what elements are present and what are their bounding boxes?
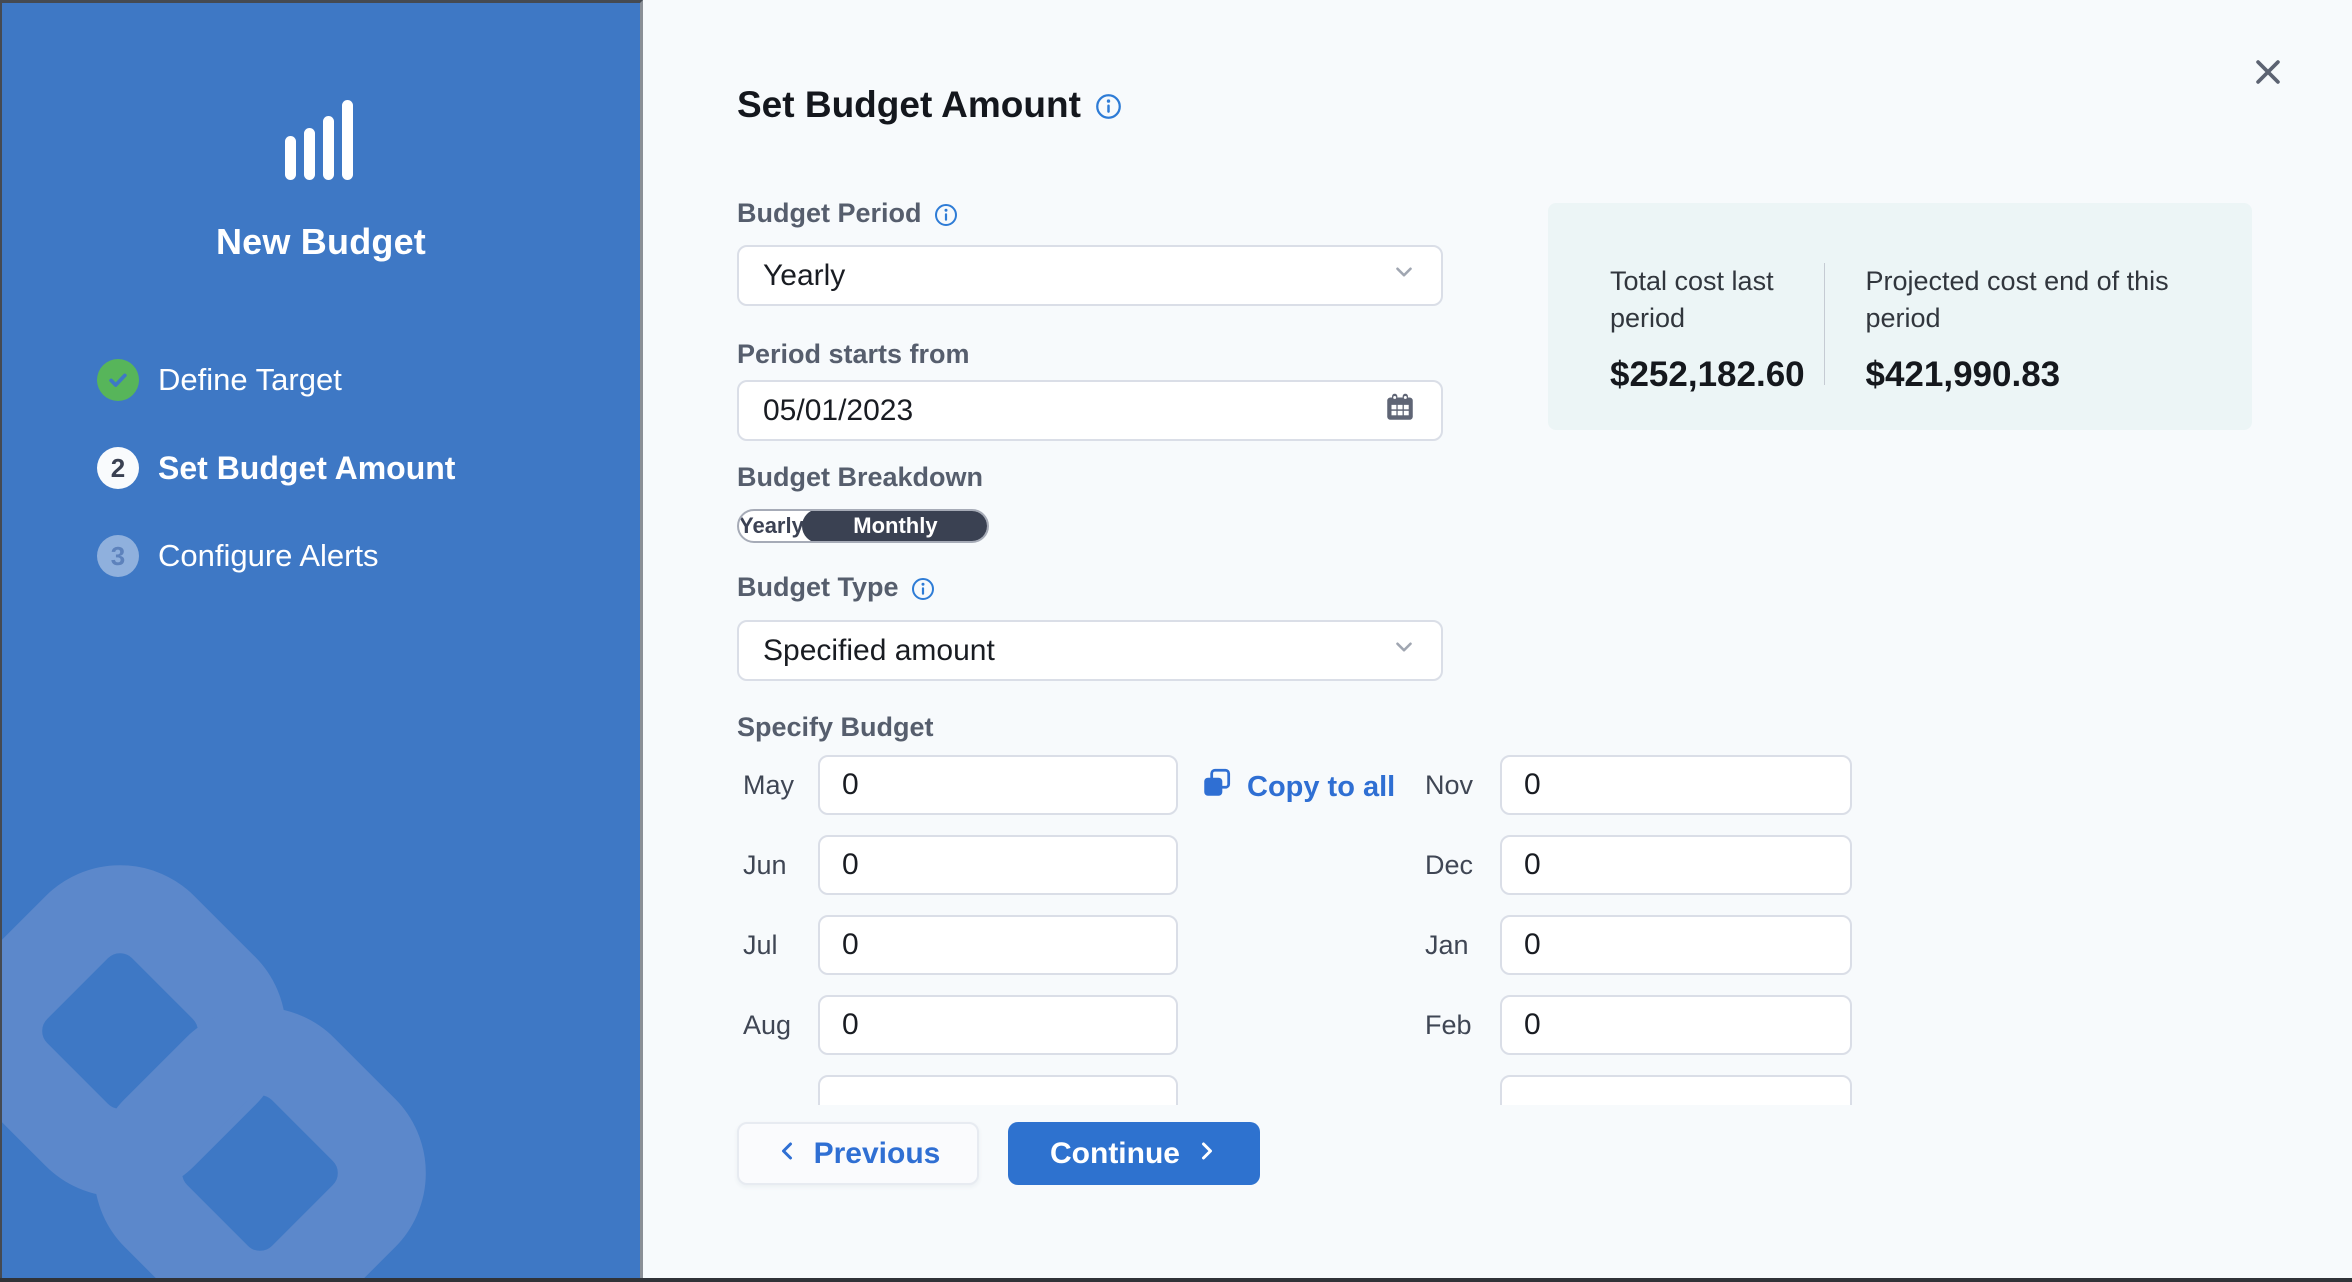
specify-budget-label-text: Specify Budget [737, 712, 934, 743]
month-label: Jan [1425, 930, 1500, 961]
copy-to-all-label: Copy to all [1247, 771, 1395, 804]
month-amount-input-nov[interactable] [1500, 755, 1852, 815]
budget-breakdown-label-text: Budget Breakdown [737, 462, 983, 493]
continue-button-label: Continue [1050, 1137, 1180, 1171]
month-row: Jun [743, 835, 1178, 895]
budget-period-label-text: Budget Period [737, 198, 922, 229]
wizard-sidebar: New Budget Define Target 2 Set Budget Am… [0, 0, 643, 1282]
step-label: Configure Alerts [158, 538, 379, 574]
page-title-text: Set Budget Amount [737, 84, 1081, 126]
page-title: Set Budget Amount [737, 84, 1122, 126]
budget-type-value: Specified amount [763, 634, 1391, 668]
month-amount-input[interactable] [818, 1075, 1178, 1105]
wizard-steps: Define Target 2 Set Budget Amount 3 Conf… [97, 359, 455, 623]
month-label: Nov [1425, 770, 1500, 801]
month-amount-input[interactable] [1500, 1075, 1852, 1105]
budget-period-label: Budget Period [737, 198, 958, 229]
continue-button[interactable]: Continue [1008, 1122, 1260, 1185]
month-label: May [743, 770, 818, 801]
info-icon[interactable] [1095, 93, 1122, 120]
step-number-badge: 2 [97, 447, 139, 489]
chevron-down-icon [1391, 634, 1417, 668]
step-configure-alerts[interactable]: 3 Configure Alerts [97, 535, 455, 577]
month-row: Aug [743, 995, 1178, 1055]
copy-to-all-button[interactable]: Copy to all [1200, 766, 1395, 808]
month-label: Feb [1425, 1010, 1500, 1041]
budget-breakdown-label: Budget Breakdown [737, 462, 983, 493]
month-amount-input-feb[interactable] [1500, 995, 1852, 1055]
chevron-down-icon [1391, 259, 1417, 293]
month-label: Jun [743, 850, 818, 881]
step-label: Set Budget Amount [158, 450, 455, 487]
month-label: Jul [743, 930, 818, 961]
specify-budget-label: Specify Budget [737, 712, 934, 743]
projected-cost-value: $421,990.83 [1865, 355, 2252, 395]
month-row-partial [1425, 1075, 1852, 1105]
period-starts-label: Period starts from [737, 339, 970, 370]
projected-cost-label: Projected cost end of this period [1865, 263, 2252, 337]
summary-divider [1824, 263, 1826, 385]
total-cost-label: Total cost last period [1610, 263, 1824, 337]
wizard-footer: Previous Continue [737, 1122, 1260, 1185]
month-row: Dec [1425, 835, 1852, 895]
month-row: Nov [1425, 755, 1852, 815]
month-column-left: May Jun Jul Aug [743, 755, 1178, 1105]
new-budget-modal: New Budget Define Target 2 Set Budget Am… [0, 0, 2352, 1282]
wizard-title: New Budget [2, 221, 640, 263]
info-icon[interactable] [911, 577, 935, 601]
month-amount-input-dec[interactable] [1500, 835, 1852, 895]
budget-type-select[interactable]: Specified amount [737, 620, 1443, 681]
budget-type-label-text: Budget Type [737, 572, 899, 603]
close-icon[interactable] [2246, 50, 2290, 94]
month-label: Dec [1425, 850, 1500, 881]
set-budget-amount-panel: Set Budget Amount Total cost last period… [643, 0, 2352, 1282]
month-amount-input-jan[interactable] [1500, 915, 1852, 975]
previous-button[interactable]: Previous [737, 1122, 979, 1185]
budget-period-value: Yearly [763, 259, 1391, 293]
month-label: Aug [743, 1010, 818, 1041]
month-amount-input-jun[interactable] [818, 835, 1178, 895]
chevron-left-icon [776, 1137, 800, 1171]
toggle-option-monthly[interactable]: Monthly [802, 509, 989, 543]
month-row: Jan [1425, 915, 1852, 975]
cost-summary-card: Total cost last period $252,182.60 Proje… [1548, 203, 2252, 430]
period-starts-label-text: Period starts from [737, 339, 970, 370]
month-amount-input-may[interactable] [818, 755, 1178, 815]
month-row: Feb [1425, 995, 1852, 1055]
budget-period-select[interactable]: Yearly [737, 245, 1443, 306]
bar-chart-logo-icon [285, 100, 353, 180]
step-number-badge: 3 [97, 535, 139, 577]
info-icon[interactable] [934, 203, 958, 227]
step-label: Define Target [158, 362, 342, 398]
month-row: Jul [743, 915, 1178, 975]
period-starts-input[interactable] [763, 394, 1383, 428]
toggle-option-yearly[interactable]: Yearly [739, 511, 804, 541]
month-amount-input-jul[interactable] [818, 915, 1178, 975]
budget-breakdown-toggle: Yearly Monthly [737, 509, 989, 543]
month-row-partial [743, 1075, 1178, 1105]
copy-icon [1200, 766, 1234, 808]
step-define-target[interactable]: Define Target [97, 359, 455, 401]
window-bottom-edge [0, 1278, 2352, 1282]
period-starts-field [737, 380, 1443, 441]
total-cost-value: $252,182.60 [1610, 355, 1824, 395]
chevron-right-icon [1194, 1137, 1218, 1171]
previous-button-label: Previous [814, 1137, 941, 1171]
month-row: May [743, 755, 1178, 815]
step-set-budget-amount[interactable]: 2 Set Budget Amount [97, 447, 455, 489]
budget-type-label: Budget Type [737, 572, 935, 603]
month-amount-input-aug[interactable] [818, 995, 1178, 1055]
month-column-right: Nov Dec Jan Feb [1425, 755, 1852, 1105]
check-icon [97, 359, 139, 401]
calendar-icon[interactable] [1383, 390, 1417, 432]
month-budget-grid: May Jun Jul Aug [743, 752, 1883, 1105]
